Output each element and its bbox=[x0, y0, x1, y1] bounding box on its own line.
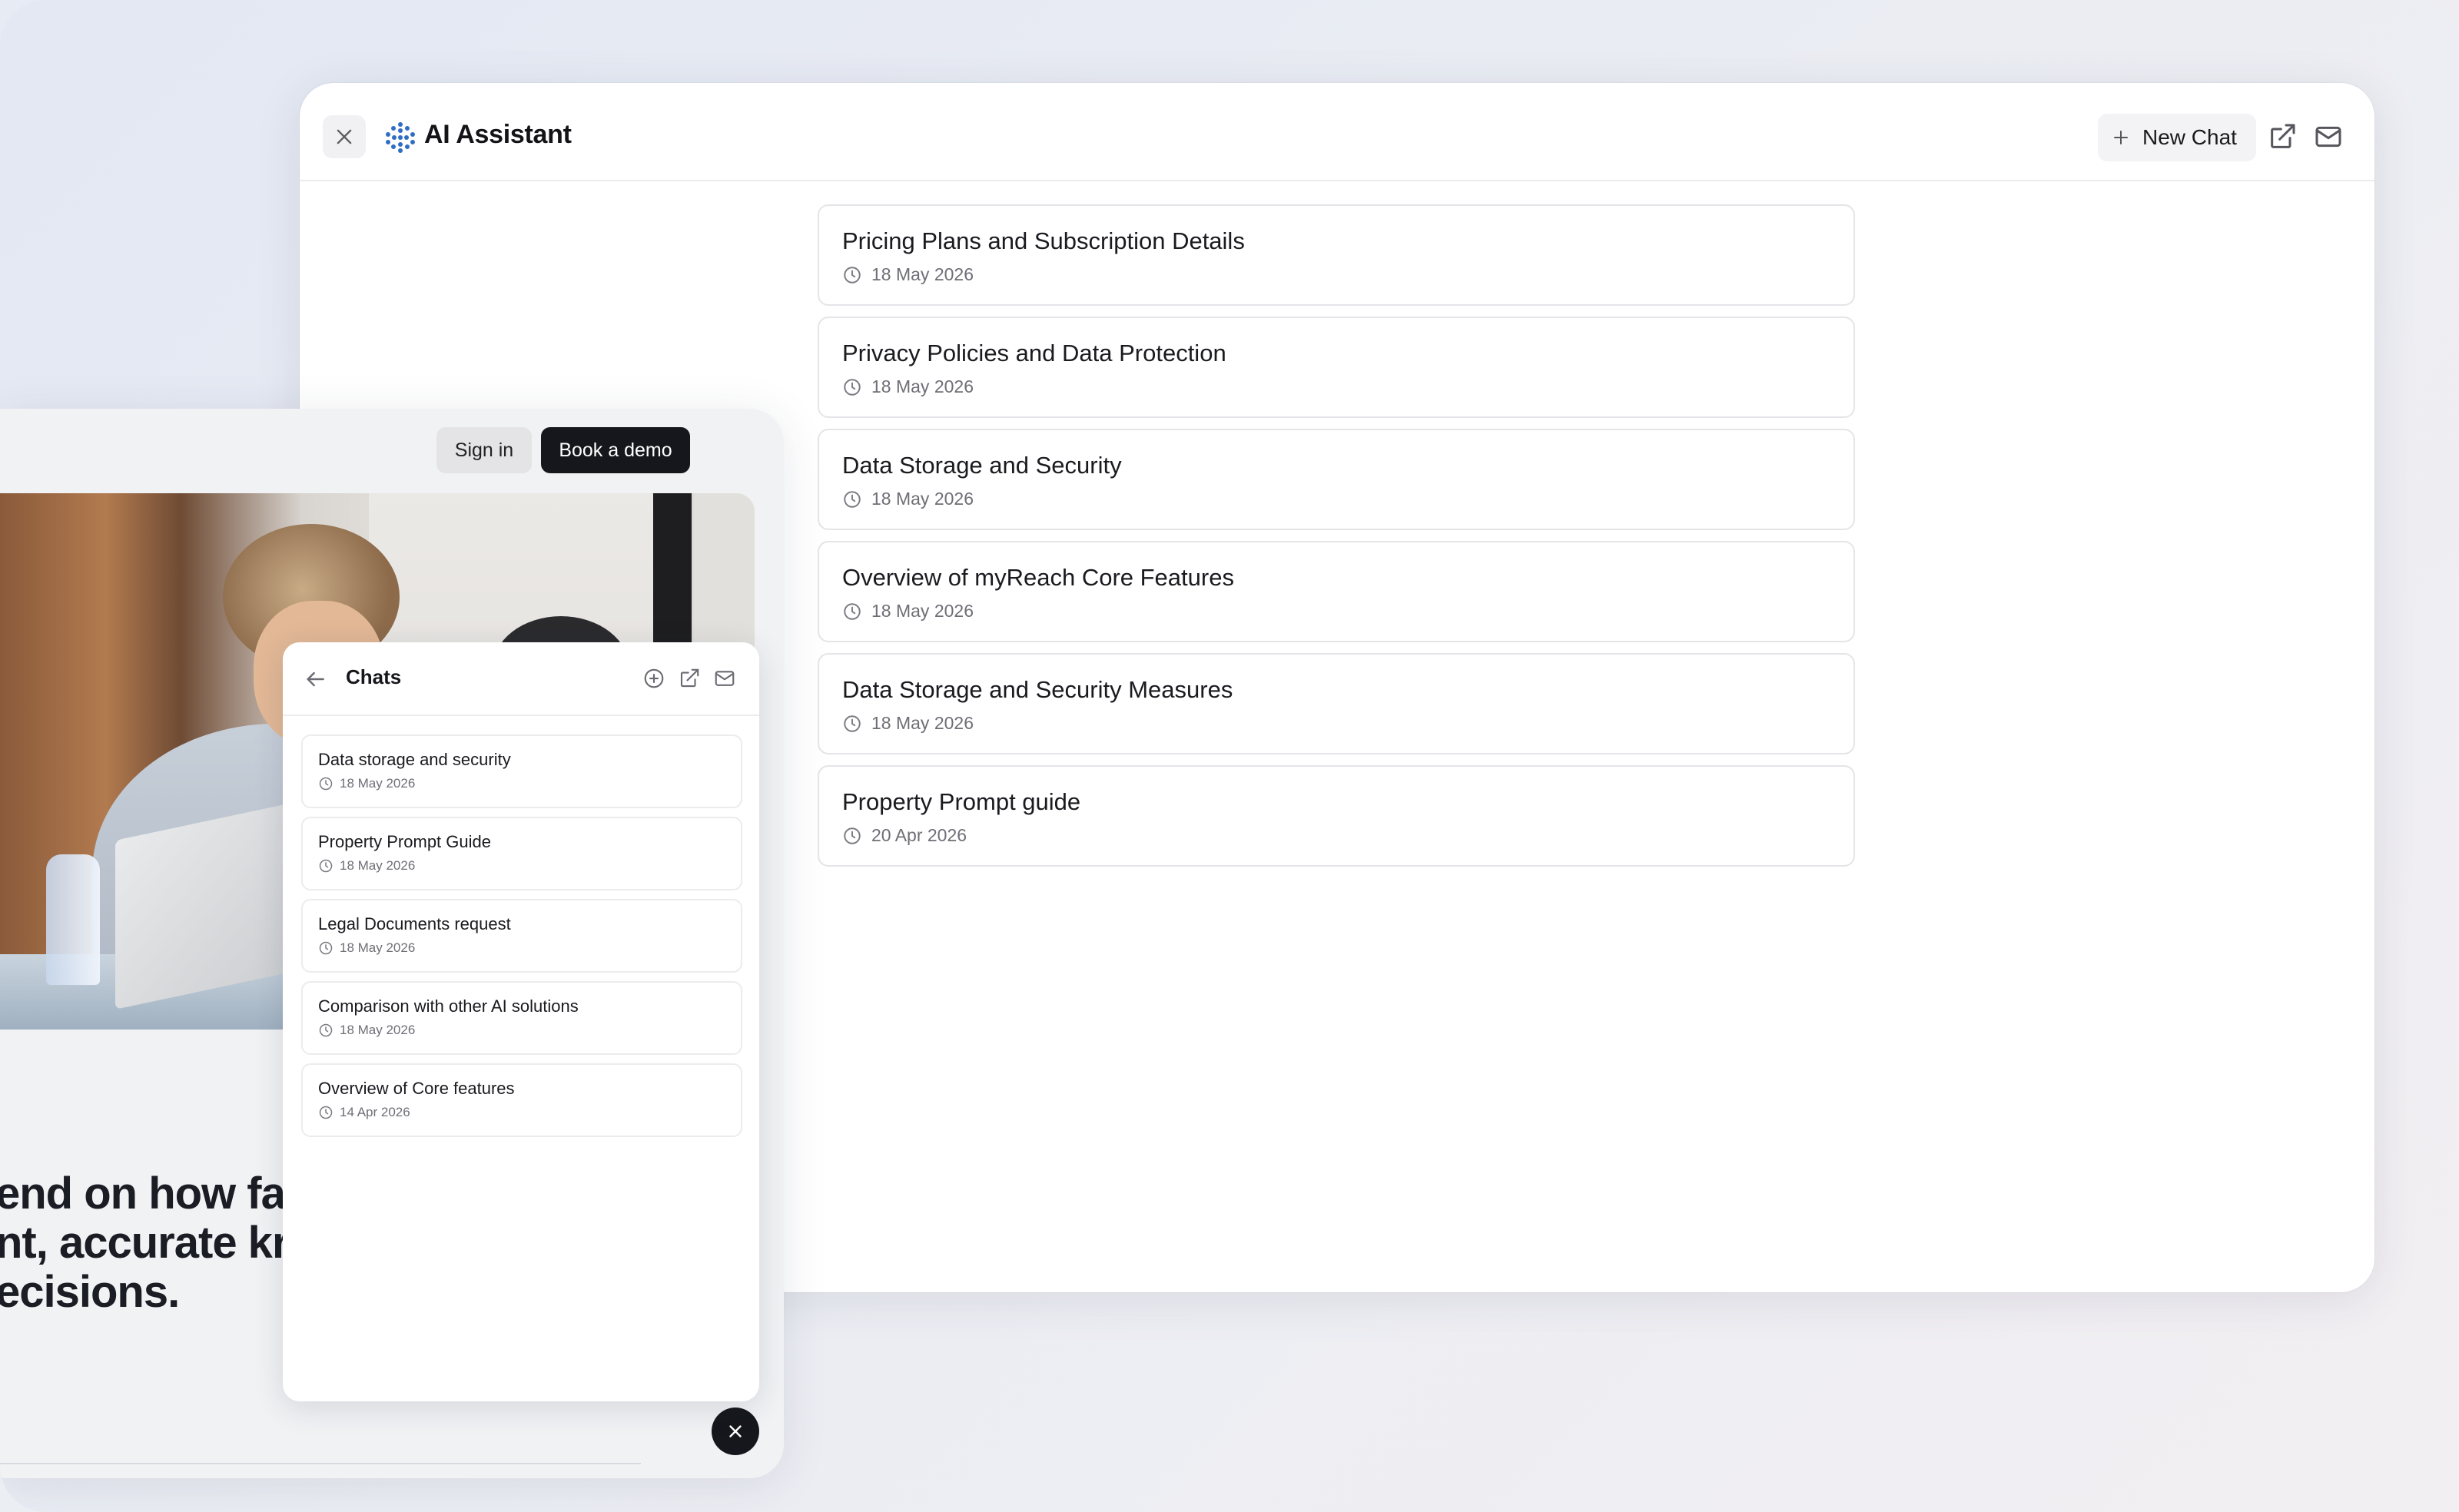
widget-chat-item[interactable]: Property Prompt Guide 18 May 2026 bbox=[301, 817, 742, 890]
external-link-icon[interactable] bbox=[678, 667, 701, 690]
chat-title: Legal Documents request bbox=[318, 914, 511, 933]
logo-icon bbox=[386, 122, 415, 153]
chat-title: Property Prompt Guide bbox=[318, 832, 491, 851]
conversation-date: 18 May 2026 bbox=[871, 264, 974, 284]
widget-chat-item[interactable]: Legal Documents request 18 May 2026 bbox=[301, 899, 742, 973]
clock-icon bbox=[319, 859, 333, 873]
desktop-background: AI Assistant New Chat Pricing Plans and … bbox=[0, 0, 2459, 1512]
clock-icon bbox=[319, 941, 333, 955]
conversation-title: Overview of myReach Core Features bbox=[842, 564, 1234, 591]
headline-line: end on how fas bbox=[0, 1169, 310, 1219]
hero-headline: end on how fas nt, accurate kr ecisions. bbox=[0, 1169, 310, 1317]
chat-title: Overview of Core features bbox=[318, 1079, 515, 1098]
close-icon bbox=[337, 129, 352, 144]
conversation-title: Pricing Plans and Subscription Details bbox=[842, 227, 1245, 254]
widget-chat-list: Data storage and security 18 May 2026 Pr… bbox=[301, 734, 742, 1146]
close-icon bbox=[729, 1425, 742, 1437]
clock-icon bbox=[844, 378, 861, 396]
app-title: AI Assistant bbox=[424, 120, 572, 149]
sign-in-button[interactable]: Sign in bbox=[436, 427, 532, 473]
widget-title: Chats bbox=[346, 665, 402, 688]
new-chat-label: New Chat bbox=[2142, 125, 2237, 149]
conversation-title: Privacy Policies and Data Protection bbox=[842, 340, 1226, 366]
mail-icon[interactable] bbox=[2313, 121, 2344, 152]
book-demo-button[interactable]: Book a demo bbox=[541, 427, 690, 473]
conversation-title: Data Storage and Security Measures bbox=[842, 676, 1233, 703]
plus-icon bbox=[2114, 131, 2128, 144]
external-link-icon[interactable] bbox=[2267, 121, 2298, 152]
widget-close-button[interactable] bbox=[712, 1408, 759, 1455]
conversation-title: Data Storage and Security bbox=[842, 452, 1122, 479]
widget-chat-item[interactable]: Data storage and security 18 May 2026 bbox=[301, 734, 742, 808]
clock-icon bbox=[319, 777, 333, 791]
conversation-item[interactable]: Data Storage and Security Measures 18 Ma… bbox=[818, 653, 1855, 754]
conversation-item[interactable]: Property Prompt guide 20 Apr 2026 bbox=[818, 765, 1855, 867]
widget-header: Chats bbox=[283, 642, 759, 716]
assistant-header: AI Assistant New Chat bbox=[300, 83, 2374, 181]
chat-date: 14 Apr 2026 bbox=[340, 1105, 410, 1119]
widget-chat-item[interactable]: Overview of Core features 14 Apr 2026 bbox=[301, 1063, 742, 1137]
chat-title: Data storage and security bbox=[318, 750, 511, 769]
conversation-title: Property Prompt guide bbox=[842, 788, 1081, 815]
conversation-item[interactable]: Overview of myReach Core Features 18 May… bbox=[818, 541, 1855, 642]
conversation-list: Pricing Plans and Subscription Details 1… bbox=[818, 204, 1855, 877]
chat-title: Comparison with other AI solutions bbox=[318, 996, 579, 1016]
headline-line: nt, accurate kr bbox=[0, 1218, 290, 1268]
add-circle-icon[interactable] bbox=[642, 667, 665, 690]
conversation-date: 18 May 2026 bbox=[871, 713, 974, 733]
conversation-item[interactable]: Privacy Policies and Data Protection 18 … bbox=[818, 317, 1855, 418]
chat-widget: Chats Data storage and security 18 May 2… bbox=[283, 642, 759, 1401]
clock-icon bbox=[319, 1023, 333, 1037]
clock-icon bbox=[844, 715, 861, 732]
clock-icon bbox=[844, 490, 861, 508]
clock-icon bbox=[319, 1106, 333, 1119]
back-arrow-icon[interactable] bbox=[303, 667, 327, 691]
conversation-item[interactable]: Pricing Plans and Subscription Details 1… bbox=[818, 204, 1855, 306]
chat-date: 18 May 2026 bbox=[340, 776, 416, 791]
new-chat-button[interactable]: New Chat bbox=[2098, 114, 2256, 161]
clock-icon bbox=[844, 266, 861, 284]
conversation-item[interactable]: Data Storage and Security 18 May 2026 bbox=[818, 429, 1855, 530]
chat-date: 18 May 2026 bbox=[340, 858, 416, 873]
close-button[interactable] bbox=[323, 115, 366, 158]
clock-icon bbox=[844, 827, 861, 844]
chat-date: 18 May 2026 bbox=[340, 1023, 416, 1037]
widget-chat-item[interactable]: Comparison with other AI solutions 18 Ma… bbox=[301, 981, 742, 1055]
conversation-date: 20 Apr 2026 bbox=[871, 825, 967, 845]
divider bbox=[0, 1463, 641, 1464]
clock-icon bbox=[844, 602, 861, 620]
conversation-date: 18 May 2026 bbox=[871, 601, 974, 621]
headline-line: ecisions. bbox=[0, 1267, 180, 1317]
mail-icon[interactable] bbox=[713, 667, 736, 690]
chat-date: 18 May 2026 bbox=[340, 940, 416, 955]
conversation-date: 18 May 2026 bbox=[871, 376, 974, 396]
conversation-date: 18 May 2026 bbox=[871, 489, 974, 509]
